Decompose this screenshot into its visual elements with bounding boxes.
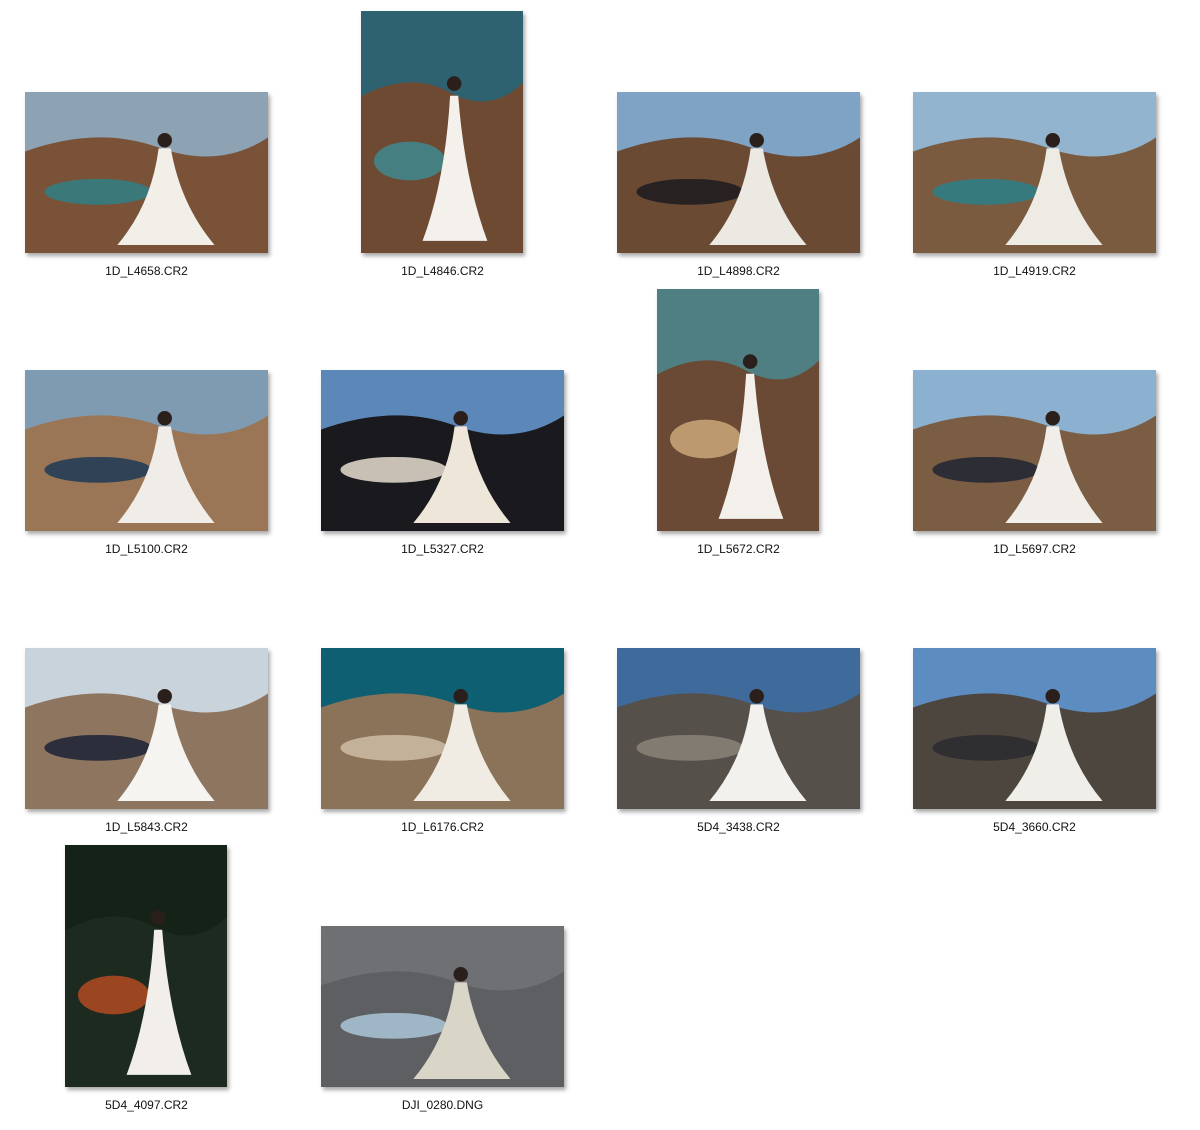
image-thumbnail-icon[interactable]: [913, 648, 1156, 809]
file-item[interactable]: DJI_0280.DNG: [296, 845, 592, 1123]
file-item[interactable]: 1D_L6176.CR2: [296, 567, 592, 845]
thumbnail-frame: [592, 289, 888, 534]
image-thumbnail-icon[interactable]: [913, 92, 1156, 253]
thumb-subject-head: [1045, 689, 1060, 704]
image-thumbnail-icon[interactable]: [321, 648, 564, 809]
thumb-subject-head: [453, 689, 468, 704]
thumbnail-frame: [296, 845, 592, 1090]
image-thumbnail-icon[interactable]: [321, 926, 564, 1087]
image-thumbnail-icon[interactable]: [617, 648, 860, 809]
file-name-label: 1D_L5672.CR2: [697, 542, 780, 556]
thumb-subject-head: [446, 76, 462, 91]
thumb-accent: [636, 178, 744, 205]
thumb-accent: [340, 734, 448, 761]
file-item[interactable]: 1D_L5100.CR2: [0, 289, 296, 567]
thumbnail-frame: [296, 567, 592, 812]
thumb-accent: [932, 734, 1040, 761]
file-item[interactable]: 5D4_3438.CR2: [592, 567, 888, 845]
file-item[interactable]: 1D_L5697.CR2: [888, 289, 1184, 567]
thumb-subject-head: [453, 411, 468, 426]
thumb-accent: [340, 1012, 448, 1039]
thumbnail-frame: [296, 11, 592, 256]
image-thumbnail-icon[interactable]: [657, 289, 819, 531]
image-thumbnail-icon[interactable]: [65, 845, 227, 1087]
file-item[interactable]: 5D4_4097.CR2: [0, 845, 296, 1123]
file-name-label: DJI_0280.DNG: [401, 1098, 484, 1112]
thumbnail-frame: [296, 289, 592, 534]
thumb-subject-head: [157, 133, 172, 148]
file-item[interactable]: 1D_L5843.CR2: [0, 567, 296, 845]
file-item[interactable]: 1D_L4919.CR2: [888, 11, 1184, 289]
thumb-accent: [932, 456, 1040, 483]
image-thumbnail-icon[interactable]: [25, 370, 268, 531]
thumb-subject-head: [742, 354, 758, 369]
thumb-subject-head: [749, 689, 764, 704]
file-item[interactable]: 1D_L4898.CR2: [592, 11, 888, 289]
thumb-subject-head: [157, 411, 172, 426]
file-name-label: 1D_L4898.CR2: [697, 264, 780, 278]
file-name-label: 1D_L5697.CR2: [993, 542, 1076, 556]
thumb-accent: [44, 456, 152, 483]
thumbnail-frame: [888, 567, 1184, 812]
thumb-subject-head: [150, 910, 166, 925]
file-name-label: 5D4_3660.CR2: [993, 820, 1076, 834]
image-thumbnail-icon[interactable]: [361, 11, 523, 253]
file-name-label: 5D4_4097.CR2: [105, 1098, 188, 1112]
thumb-accent: [932, 178, 1040, 205]
file-name-label: 1D_L4919.CR2: [993, 264, 1076, 278]
thumb-subject-head: [1045, 133, 1060, 148]
file-item[interactable]: 1D_L4658.CR2: [0, 11, 296, 289]
image-thumbnail-icon[interactable]: [25, 92, 268, 253]
file-name-label: 1D_L5100.CR2: [105, 542, 188, 556]
thumb-accent: [44, 178, 152, 205]
image-thumbnail-icon[interactable]: [617, 92, 860, 253]
thumbnail-frame: [888, 11, 1184, 256]
thumb-subject-head: [157, 689, 172, 704]
file-item[interactable]: 1D_L4846.CR2: [296, 11, 592, 289]
file-name-label: 1D_L4846.CR2: [401, 264, 484, 278]
file-name-label: 1D_L5843.CR2: [105, 820, 188, 834]
thumbnail-frame: [592, 11, 888, 256]
image-thumbnail-icon[interactable]: [913, 370, 1156, 531]
file-name-label: 1D_L5327.CR2: [401, 542, 484, 556]
thumbnail-frame: [0, 11, 296, 256]
file-name-label: 5D4_3438.CR2: [697, 820, 780, 834]
thumbnail-frame: [888, 289, 1184, 534]
image-thumbnail-icon[interactable]: [321, 370, 564, 531]
thumb-accent: [44, 734, 152, 761]
thumb-accent: [340, 456, 448, 483]
image-thumbnail-icon[interactable]: [25, 648, 268, 809]
thumb-accent: [77, 975, 150, 1015]
thumbnail-frame: [592, 567, 888, 812]
thumbnail-frame: [0, 289, 296, 534]
file-item[interactable]: 1D_L5327.CR2: [296, 289, 592, 567]
file-item[interactable]: 1D_L5672.CR2: [592, 289, 888, 567]
file-name-label: 1D_L4658.CR2: [105, 264, 188, 278]
file-item[interactable]: 5D4_3660.CR2: [888, 567, 1184, 845]
thumb-subject-head: [453, 967, 468, 982]
thumbnail-frame: [0, 567, 296, 812]
file-name-label: 1D_L6176.CR2: [401, 820, 484, 834]
thumb-subject-head: [1045, 411, 1060, 426]
thumb-accent: [636, 734, 744, 761]
file-grid: 1D_L4658.CR2 1D_L4846.CR2 1D_L4898.CR2 1…: [0, 0, 1200, 1130]
thumb-accent: [373, 141, 446, 181]
thumbnail-frame: [0, 845, 296, 1090]
thumb-subject-head: [749, 133, 764, 148]
thumb-accent: [669, 419, 742, 459]
